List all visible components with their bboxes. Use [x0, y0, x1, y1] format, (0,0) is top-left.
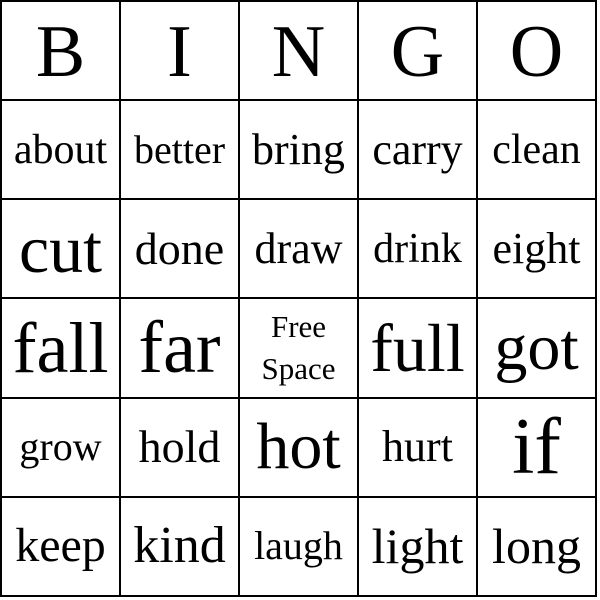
bingo-cell[interactable]: carry: [359, 101, 478, 201]
cell-word: eight: [492, 223, 581, 273]
bingo-cell[interactable]: hot: [240, 398, 359, 498]
cell-word: light: [371, 518, 464, 575]
cell-word: far: [138, 307, 221, 390]
header-letter: N: [271, 10, 326, 93]
cell-word: kind: [133, 517, 226, 575]
cell-word: bring: [252, 124, 345, 174]
bingo-cell[interactable]: if: [478, 398, 597, 498]
bingo-card: B I N G O about better bring carry clean…: [0, 0, 597, 597]
cell-word: grow: [19, 424, 102, 470]
bingo-cell[interactable]: light: [359, 497, 478, 597]
cell-word: cut: [18, 210, 103, 287]
cell-word: drink: [373, 225, 462, 272]
cell-word: carry: [372, 124, 463, 174]
bingo-cell[interactable]: grow: [2, 398, 121, 498]
header-letter: G: [390, 10, 445, 93]
header-letter-n: N: [240, 2, 359, 102]
cell-word: done: [134, 222, 225, 274]
cell-word: draw: [254, 223, 343, 273]
cell-word: laugh: [254, 523, 343, 569]
bingo-cell[interactable]: eight: [478, 200, 597, 300]
cell-word: got: [494, 311, 579, 385]
bingo-cell[interactable]: clean: [478, 101, 597, 201]
header-letter: I: [167, 10, 192, 93]
bingo-cell[interactable]: drink: [359, 200, 478, 300]
bingo-cell[interactable]: cut: [2, 200, 121, 300]
cell-word: about: [13, 126, 108, 173]
bingo-cell[interactable]: done: [121, 200, 240, 300]
cell-word: keep: [15, 519, 106, 573]
cell-word: long: [492, 518, 581, 575]
cell-word: fall: [12, 308, 109, 389]
bingo-cell[interactable]: got: [478, 299, 597, 399]
bingo-cell[interactable]: kind: [121, 497, 240, 597]
header-letter-g: G: [359, 2, 478, 102]
bingo-cell[interactable]: better: [121, 101, 240, 201]
cell-word: full: [370, 310, 465, 387]
header-letter: O: [509, 10, 564, 93]
bingo-cell[interactable]: about: [2, 101, 121, 201]
bingo-cell[interactable]: bring: [240, 101, 359, 201]
header-letter-o: O: [478, 2, 597, 102]
bingo-cell[interactable]: full: [359, 299, 478, 399]
cell-word: if: [512, 403, 561, 492]
bingo-cell[interactable]: laugh: [240, 497, 359, 597]
bingo-cell[interactable]: fall: [2, 299, 121, 399]
bingo-cell[interactable]: long: [478, 497, 597, 597]
free-space-cell[interactable]: Free Space: [240, 299, 359, 399]
cell-word: hold: [138, 421, 221, 473]
free-space-line1: Free: [270, 309, 327, 345]
cell-word: hot: [256, 410, 341, 484]
header-letter-i: I: [121, 2, 240, 102]
cell-word: hurt: [382, 422, 453, 472]
bingo-cell[interactable]: keep: [2, 497, 121, 597]
header-letter: B: [35, 10, 86, 93]
bingo-cell[interactable]: draw: [240, 200, 359, 300]
header-letter-b: B: [2, 2, 121, 102]
bingo-cell[interactable]: hurt: [359, 398, 478, 498]
cell-word: clean: [492, 126, 581, 173]
bingo-cell[interactable]: hold: [121, 398, 240, 498]
cell-word: better: [133, 126, 226, 172]
bingo-cell[interactable]: far: [121, 299, 240, 399]
free-space-line2: Space: [261, 351, 336, 387]
